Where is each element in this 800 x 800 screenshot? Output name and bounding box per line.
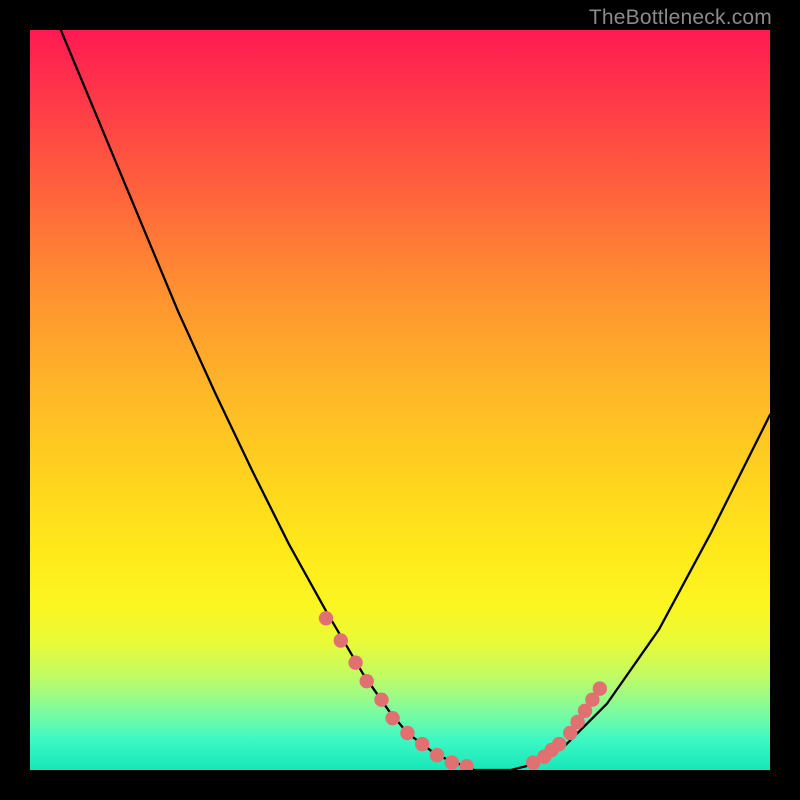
fit-marker-dot [430, 748, 444, 762]
fit-marker-dot [593, 681, 607, 695]
fit-marker-dot [459, 759, 473, 770]
chart-svg [30, 30, 770, 770]
watermark-text: TheBottleneck.com [589, 6, 772, 30]
fit-marker-dot [400, 726, 414, 740]
fit-marker-dot [552, 737, 566, 751]
fit-marker-dot [319, 611, 333, 625]
fit-marker-dot [360, 674, 374, 688]
fit-marker-dot [348, 656, 362, 670]
fit-marker-dot [334, 633, 348, 647]
fit-marker-dot [374, 693, 388, 707]
chart-frame: TheBottleneck.com [0, 0, 800, 800]
fit-markers-right [526, 681, 607, 769]
fit-marker-dot [445, 755, 459, 769]
curve-line [30, 30, 770, 770]
fit-marker-dot [415, 737, 429, 751]
fit-marker-dot [385, 711, 399, 725]
fit-markers-left [319, 611, 474, 770]
